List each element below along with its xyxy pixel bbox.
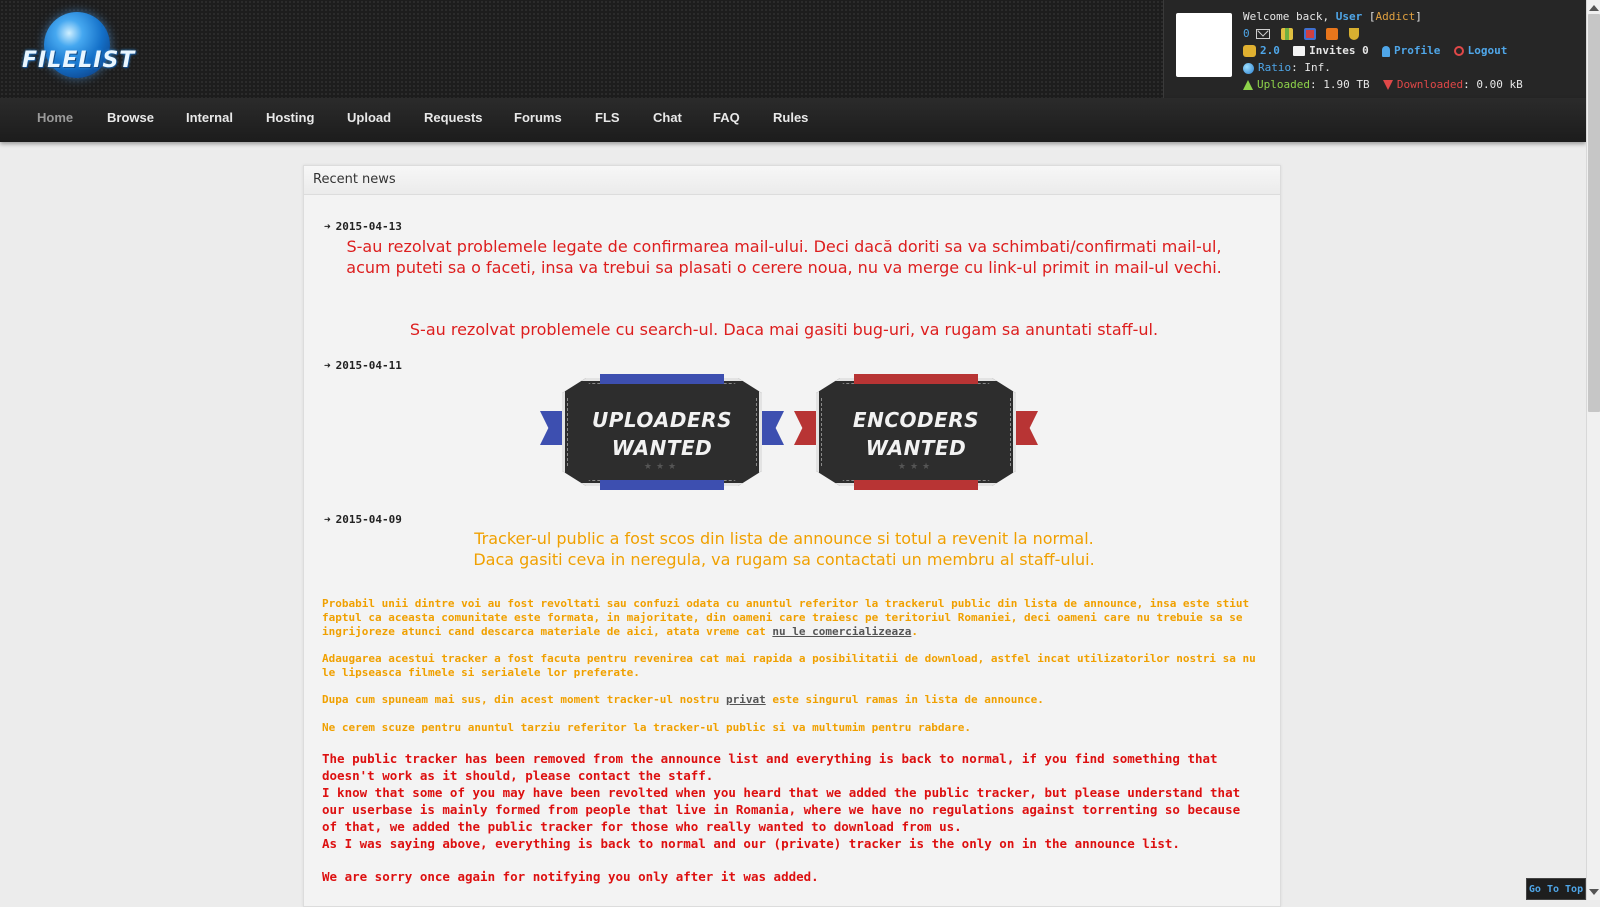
friends-icon[interactable] (1280, 28, 1293, 40)
arrow-right-icon: ➜ (324, 513, 331, 526)
transfer-line: Uploaded: 1.90 TB Downloaded: 0.00 kB (1243, 77, 1523, 92)
comercializeaza-link[interactable]: nu le comercializeaza (772, 625, 911, 638)
news-english-4: We are sorry once again for notifying yo… (322, 869, 819, 884)
news-date-2: ➜ 2015-04-11 (324, 359, 402, 372)
nav-browse[interactable]: Browse (107, 98, 154, 142)
news-paragraph-1: Probabil unii dintre voi au fost revolta… (322, 597, 1250, 638)
messages-count[interactable]: 0 (1243, 27, 1250, 40)
nav-rules[interactable]: Rules (773, 98, 808, 142)
ratio-value: Inf. (1304, 61, 1331, 74)
user-class: Addict (1375, 10, 1416, 23)
page-scrollbar[interactable] (1586, 0, 1600, 900)
stars-icon: ★★★ (897, 462, 935, 472)
news-paragraph-2: Adaugarea acestui tracker a fost facuta … (322, 652, 1256, 679)
news-date-1: ➜ 2015-04-13 (324, 220, 402, 233)
invites-icon (1293, 46, 1306, 56)
news-paragraph-3: Dupa cum spuneam mai sus, din acest mome… (322, 693, 1044, 706)
news-date-3: ➜ 2015-04-09 (324, 513, 402, 526)
arrow-right-icon: ➜ (324, 220, 331, 233)
nav-faq[interactable]: FAQ (713, 98, 740, 142)
downloaded-value: 0.00 kB (1476, 78, 1523, 91)
encoders-wanted-banner[interactable]: ENCODERS WANTED ★★★ (794, 374, 1038, 490)
logo-text: FILELIST (22, 48, 136, 73)
downloaded-label: Downloaded (1396, 78, 1464, 91)
profile-link[interactable]: Profile (1394, 44, 1440, 57)
bonus-value[interactable]: 2.0 (1260, 44, 1280, 57)
ratio-label: Ratio (1258, 61, 1292, 74)
banner-bar-top (600, 374, 724, 384)
trophy-icon[interactable] (1348, 28, 1359, 40)
rss-icon[interactable] (1326, 28, 1339, 40)
news-headline-tracker: Tracker-ul public a fost scos din lista … (473, 529, 1095, 569)
site-header: FILELIST Welcome back, User [Addict] 0 2… (0, 0, 1587, 98)
account-line: 2.0 Invites 0 Profile Logout (1243, 43, 1507, 58)
mail-icon[interactable] (1256, 29, 1271, 39)
gift-icon[interactable] (1303, 28, 1316, 40)
avatar[interactable] (1176, 13, 1232, 77)
scroll-thumb[interactable] (1588, 14, 1600, 412)
banner-bar-bottom (600, 480, 724, 490)
news-text-mail: S-au rezolvat problemele legate de confi… (346, 237, 1222, 277)
banner-bar-bottom (854, 480, 978, 490)
user-panel: Welcome back, User [Addict] 0 2.0 Invite… (1163, 0, 1587, 98)
upload-arrow-icon (1243, 80, 1253, 90)
nav-internal[interactable]: Internal (186, 98, 233, 142)
profile-icon (1381, 45, 1390, 57)
logout-link[interactable]: Logout (1468, 44, 1508, 57)
nav-requests[interactable]: Requests (424, 98, 483, 142)
coins-icon (1243, 45, 1256, 57)
news-english-3: As I was saying above, everything is bac… (322, 836, 1180, 851)
nav-forums[interactable]: Forums (514, 98, 562, 142)
banner-text: ENCODERS WANTED (852, 408, 980, 460)
nav-hosting[interactable]: Hosting (266, 98, 314, 142)
arrow-right-icon: ➜ (324, 359, 331, 372)
scroll-down-icon[interactable] (1589, 889, 1599, 895)
nav-upload[interactable]: Upload (347, 98, 391, 142)
download-arrow-icon (1382, 80, 1393, 90)
nav-chat[interactable]: Chat (653, 98, 682, 142)
power-icon (1453, 46, 1464, 56)
stars-icon: ★★★ (643, 462, 681, 472)
news-english-2: I know that some of you may have been re… (322, 785, 1241, 834)
invites-label[interactable]: Invites 0 (1309, 44, 1369, 57)
uploaded-label: Uploaded (1257, 78, 1310, 91)
icons-line: 0 (1243, 26, 1363, 41)
scroll-up-icon[interactable] (1589, 5, 1599, 11)
banner-text: UPLOADERS WANTED (592, 408, 732, 460)
news-english-1: The public tracker has been removed from… (322, 751, 1218, 783)
username-link[interactable]: User (1336, 10, 1363, 23)
site-logo[interactable]: FILELIST (22, 12, 136, 84)
news-paragraph-4: Ne cerem scuze pentru anuntul tarziu ref… (322, 721, 972, 734)
welcome-text: Welcome back, (1243, 10, 1330, 23)
ratio-icon (1243, 62, 1254, 74)
welcome-line: Welcome back, User [Addict] (1243, 10, 1422, 23)
uploaders-wanted-banner[interactable]: UPLOADERS WANTED ★★★ (540, 374, 784, 490)
uploaded-value: 1.90 TB (1323, 78, 1370, 91)
go-to-top-button[interactable]: Go To Top (1526, 878, 1586, 900)
news-panel: Recent news ➜ 2015-04-13 S-au rezolvat pr… (303, 165, 1281, 907)
banner-bar-top (854, 374, 978, 384)
news-text-search: S-au rezolvat problemele cu search-ul. D… (409, 320, 1159, 339)
news-english-block: The public tracker has been removed from… (322, 750, 1262, 885)
ratio-line: Ratio: Inf. (1243, 60, 1331, 75)
privat-link[interactable]: privat (726, 693, 766, 706)
news-panel-title: Recent news (304, 166, 1280, 195)
nav-fls[interactable]: FLS (595, 98, 620, 142)
main-nav: Home Browse Internal Hosting Upload Requ… (0, 98, 1586, 142)
nav-home[interactable]: Home (37, 98, 73, 142)
